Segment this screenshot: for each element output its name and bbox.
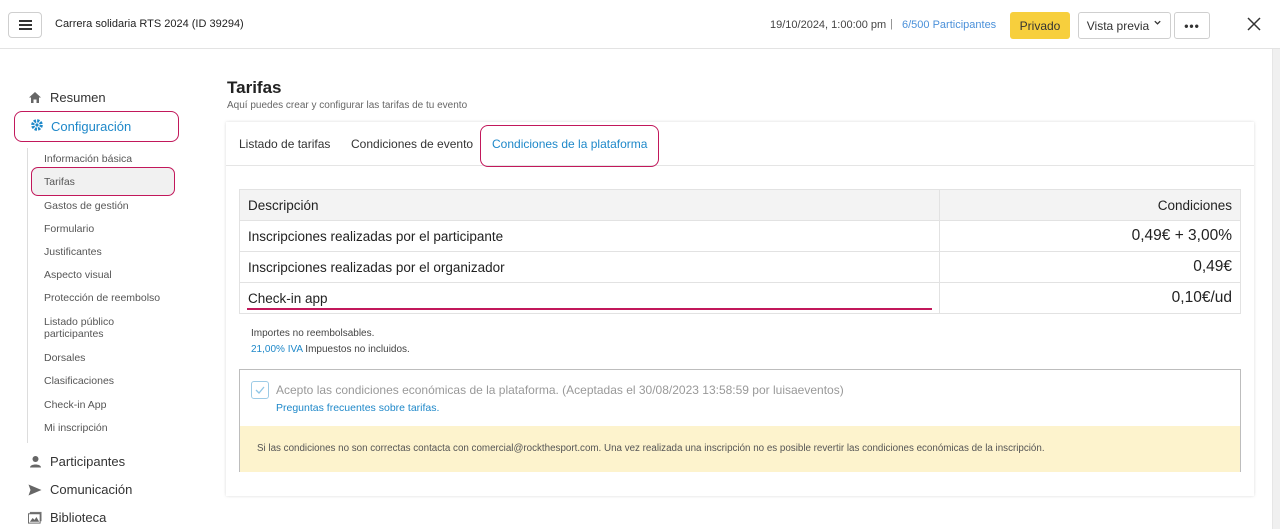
tab-bar: Listado de tarifas Condiciones de evento…	[226, 122, 1254, 167]
row-description: Inscripciones realizadas por el organiza…	[239, 251, 940, 283]
sidebar-item-biblioteca[interactable]: Biblioteca	[28, 510, 106, 525]
row-condition: 0,49€	[939, 251, 1241, 283]
event-date: 19/10/2024, 1:00:00 pm	[770, 19, 887, 31]
column-header-descripcion: Descripción	[239, 189, 940, 221]
scrollbar[interactable]	[1272, 49, 1280, 529]
table-row: Inscripciones realizadas por el particip…	[239, 220, 1241, 252]
close-icon[interactable]	[1244, 14, 1264, 34]
sub-item-label-line1: Listado público	[44, 316, 115, 328]
participants-label: Participantes	[932, 19, 997, 31]
sidebar-item-label: Comunicación	[50, 482, 133, 497]
top-bar: Carrera solidaria RTS 2024 (ID 39294) 19…	[0, 0, 1280, 49]
home-icon	[28, 91, 42, 105]
accept-conditions-text: Acepto las condiciones económicas de la …	[276, 383, 844, 397]
sidebar-item-label: Biblioteca	[50, 510, 107, 525]
hamburger-icon	[18, 20, 32, 30]
sub-item-justificantes[interactable]: Justificantes	[44, 246, 102, 258]
sub-item-formulario[interactable]: Formulario	[44, 223, 94, 235]
sub-item-mi-inscripcion[interactable]: Mi inscripción	[44, 422, 108, 434]
gear-icon	[30, 118, 44, 135]
sub-item-dorsales[interactable]: Dorsales	[44, 352, 85, 364]
chevron-down-icon	[1153, 18, 1162, 30]
header-separator: |	[890, 18, 893, 30]
tax-note: 21,00% IVA Impuestos no incluidos.	[251, 344, 410, 355]
check-icon	[255, 386, 265, 394]
accept-checkbox[interactable]	[251, 381, 269, 399]
checkin-highlight-underline	[247, 308, 932, 310]
sub-item-proteccion-reembolso[interactable]: Protección de reembolso	[44, 292, 160, 304]
sidebar-item-label: Configuración	[51, 119, 132, 134]
sub-item-label-line2: participantes	[44, 328, 104, 340]
participants-count: 6/500	[902, 19, 930, 31]
sub-item-aspecto-visual[interactable]: Aspecto visual	[44, 269, 112, 281]
sidebar-item-comunicacion[interactable]: Comunicación	[28, 482, 132, 497]
participants-link[interactable]: 6/500 Participantes	[902, 19, 996, 31]
sidebar-item-configuracion[interactable]: Configuración	[30, 118, 131, 135]
more-options-button[interactable]: •••	[1174, 12, 1210, 39]
sidebar-item-label: Participantes	[50, 454, 126, 469]
warning-banner: Si las condiciones no son correctas cont…	[240, 426, 1240, 472]
user-icon	[28, 455, 42, 469]
sidebar-item-participantes[interactable]: Participantes	[28, 454, 125, 469]
warning-text: Si las condiciones no son correctas cont…	[257, 443, 1045, 454]
sidebar-item-label: Resumen	[50, 90, 106, 105]
sub-item-gastos-gestion[interactable]: Gastos de gestión	[44, 200, 129, 212]
sidebar: Resumen Configuración Información básica…	[0, 49, 200, 529]
conditions-table: Descripción Condiciones Inscripciones re…	[239, 189, 1241, 314]
tarifas-card: Listado de tarifas Condiciones de evento…	[226, 122, 1254, 496]
sub-item-tarifas[interactable]: Tarifas	[44, 176, 75, 188]
tab-listado-tarifas[interactable]: Listado de tarifas	[239, 137, 330, 151]
tab-condiciones-plataforma[interactable]: Condiciones de la plataforma	[492, 137, 647, 151]
row-condition: 0,10€/ud	[939, 282, 1241, 314]
iva-link[interactable]: 21,00% IVA	[251, 344, 303, 355]
page-title: Tarifas	[227, 78, 282, 97]
faq-link[interactable]: Preguntas frecuentes sobre tarifas.	[276, 402, 439, 414]
sub-item-clasificaciones[interactable]: Clasificaciones	[44, 375, 114, 387]
preview-label: Vista previa	[1086, 18, 1150, 33]
private-button[interactable]: Privado	[1010, 12, 1070, 39]
sub-item-listado-publico[interactable]: Listado público participantes	[44, 316, 114, 340]
event-title: Carrera solidaria RTS 2024 (ID 39294)	[55, 18, 244, 30]
sub-item-informacion-basica[interactable]: Información básica	[44, 153, 132, 165]
non-refundable-note: Importes no reembolsables.	[251, 328, 375, 339]
tax-note-text: Impuestos no incluidos.	[302, 344, 410, 355]
sub-item-checkin-app[interactable]: Check-in App	[44, 399, 106, 411]
page-subtitle: Aquí puedes crear y configurar las tarif…	[227, 100, 468, 111]
table-header-row: Descripción Condiciones	[239, 189, 1241, 221]
sidebar-item-resumen[interactable]: Resumen	[28, 90, 106, 105]
subnav-line	[27, 148, 28, 443]
image-library-icon	[28, 511, 42, 525]
table-row: Inscripciones realizadas por el organiza…	[239, 251, 1241, 283]
preview-button[interactable]: Vista previa	[1078, 12, 1171, 39]
row-description: Inscripciones realizadas por el particip…	[239, 220, 940, 252]
accept-conditions-box: Acepto las condiciones económicas de la …	[239, 369, 1241, 472]
tab-condiciones-evento[interactable]: Condiciones de evento	[351, 137, 473, 151]
page: Carrera solidaria RTS 2024 (ID 39294) 19…	[0, 0, 1280, 529]
row-condition: 0,49€ + 3,00%	[939, 220, 1241, 252]
send-icon	[28, 483, 42, 497]
column-header-condiciones: Condiciones	[939, 189, 1241, 221]
menu-button[interactable]	[8, 12, 42, 38]
